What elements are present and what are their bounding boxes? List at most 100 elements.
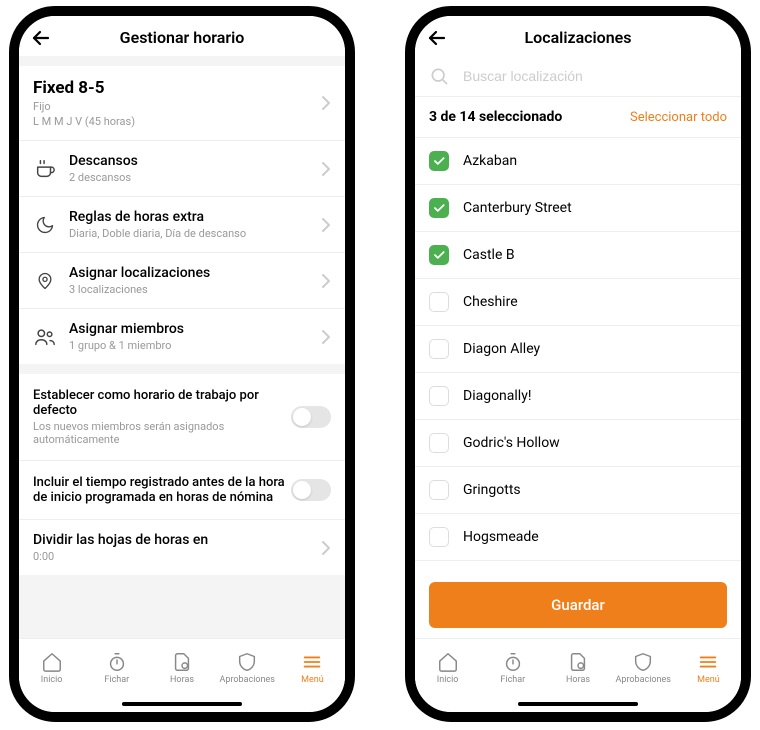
location-checkbox[interactable] <box>429 151 449 171</box>
split-sub: 0:00 <box>33 550 321 563</box>
chevron-right-icon <box>321 329 331 345</box>
include-early-toggle-row[interactable]: Incluir el tiempo registrado antes de la… <box>19 461 345 520</box>
stopwatch-icon <box>106 651 128 673</box>
menu-icon <box>301 651 323 673</box>
overtime-title: Reglas de horas extra <box>69 209 321 225</box>
location-checkbox[interactable] <box>429 339 449 359</box>
location-label: Gringotts <box>463 482 521 498</box>
tab-hours[interactable]: Horas <box>545 639 610 696</box>
split-timesheets-row[interactable]: Dividir las hojas de horas en 0:00 <box>19 520 345 575</box>
menu-icon <box>697 651 719 673</box>
location-row[interactable]: Godric's Hollow <box>415 420 741 467</box>
search-row <box>415 56 741 97</box>
chevron-right-icon <box>321 95 331 111</box>
tab-home[interactable]: Inicio <box>19 639 84 696</box>
location-row[interactable]: Hogsmeade <box>415 514 741 561</box>
location-checkbox[interactable] <box>429 386 449 406</box>
split-title: Dividir las hojas de horas en <box>33 532 321 548</box>
location-row[interactable]: Gringotts <box>415 467 741 514</box>
default-schedule-toggle-row[interactable]: Establecer como horario de trabajo por d… <box>19 374 345 461</box>
locations-row[interactable]: Asignar localizaciones 3 localizaciones <box>19 253 345 309</box>
location-row[interactable]: Hogwarts <box>415 561 741 572</box>
location-checkbox[interactable] <box>429 245 449 265</box>
schedule-type: Fijo <box>33 100 321 113</box>
tab-approvals[interactable]: Aprobaciones <box>611 639 676 696</box>
location-checkbox[interactable] <box>429 198 449 218</box>
members-row[interactable]: Asignar miembros 1 grupo & 1 miembro <box>19 309 345 364</box>
tab-approvals[interactable]: Aprobaciones <box>215 639 280 696</box>
chevron-right-icon <box>321 540 331 556</box>
selection-header: 3 de 14 seleccionado Seleccionar todo <box>415 97 741 138</box>
phone-right: Localizaciones 3 de 14 seleccionado Sele… <box>405 6 751 722</box>
save-button[interactable]: Guardar <box>429 582 727 628</box>
stopwatch-icon <box>502 651 524 673</box>
overtime-row[interactable]: Reglas de horas extra Diaria, Doble diar… <box>19 197 345 253</box>
shield-icon <box>632 651 654 673</box>
location-label: Castle B <box>463 247 515 263</box>
tab-bar: Inicio Fichar Horas Aprobaciones <box>415 638 741 696</box>
chevron-right-icon <box>321 273 331 289</box>
location-label: Godric's Hollow <box>463 435 560 451</box>
location-row[interactable]: Canterbury Street <box>415 185 741 232</box>
location-label: Canterbury Street <box>463 200 572 216</box>
location-label: Cheshire <box>463 294 518 310</box>
tab-clock[interactable]: Fichar <box>480 639 545 696</box>
default-schedule-sub: Los nuevos miembros serán asignados auto… <box>33 420 291 446</box>
select-all-button[interactable]: Seleccionar todo <box>630 110 727 125</box>
search-icon <box>429 66 449 86</box>
schedule-days: L M M J V (45 horas) <box>33 115 321 128</box>
location-checkbox[interactable] <box>429 433 449 453</box>
back-button[interactable] <box>29 26 53 50</box>
members-title: Asignar miembros <box>69 321 321 337</box>
default-schedule-toggle[interactable] <box>291 406 331 428</box>
breaks-title: Descansos <box>69 153 321 169</box>
tab-home[interactable]: Inicio <box>415 639 480 696</box>
tab-bar: Inicio Fichar Horas Aprobaciones <box>19 638 345 696</box>
include-early-title: Incluir el tiempo registrado antes de la… <box>33 475 291 505</box>
back-button[interactable] <box>425 26 449 50</box>
breaks-sub: 2 descansos <box>69 171 321 184</box>
chevron-right-icon <box>321 217 331 233</box>
home-icon <box>41 651 63 673</box>
chevron-right-icon <box>321 161 331 177</box>
tab-hours[interactable]: Horas <box>149 639 214 696</box>
locations-sub: 3 localizaciones <box>69 283 321 296</box>
home-indicator <box>415 696 741 712</box>
shield-icon <box>236 651 258 673</box>
location-label: Azkaban <box>463 153 517 169</box>
home-indicator <box>19 696 345 712</box>
location-checkbox[interactable] <box>429 292 449 312</box>
breaks-row[interactable]: Descansos 2 descansos <box>19 141 345 197</box>
phone-left: Gestionar horario Fixed 8-5 Fijo L M M J… <box>9 6 355 722</box>
search-input[interactable] <box>463 68 727 84</box>
location-row[interactable]: Diagon Alley <box>415 326 741 373</box>
location-checkbox[interactable] <box>429 527 449 547</box>
page-title: Gestionar horario <box>31 28 333 47</box>
page-title: Localizaciones <box>427 28 729 47</box>
location-row[interactable]: Diagonally! <box>415 373 741 420</box>
people-icon <box>33 325 57 349</box>
document-icon <box>171 651 193 673</box>
document-icon <box>567 651 589 673</box>
overtime-sub: Diaria, Doble diaria, Día de descanso <box>69 227 321 240</box>
coffee-icon <box>33 157 57 181</box>
location-label: Diagonally! <box>463 388 531 404</box>
schedule-summary-row[interactable]: Fixed 8-5 Fijo L M M J V (45 horas) <box>19 66 345 141</box>
default-schedule-title: Establecer como horario de trabajo por d… <box>33 388 291 418</box>
moon-icon <box>33 213 57 237</box>
tab-menu[interactable]: Menú <box>280 639 345 696</box>
pin-icon <box>33 269 57 293</box>
header: Gestionar horario <box>19 16 345 56</box>
schedule-name: Fixed 8-5 <box>33 78 321 98</box>
locations-title: Asignar localizaciones <box>69 265 321 281</box>
members-sub: 1 grupo & 1 miembro <box>69 339 321 352</box>
include-early-toggle[interactable] <box>291 479 331 501</box>
tab-clock[interactable]: Fichar <box>84 639 149 696</box>
location-label: Hogsmeade <box>463 529 539 545</box>
location-row[interactable]: Castle B <box>415 232 741 279</box>
location-row[interactable]: Cheshire <box>415 279 741 326</box>
location-checkbox[interactable] <box>429 480 449 500</box>
home-icon <box>437 651 459 673</box>
tab-menu[interactable]: Menú <box>676 639 741 696</box>
location-row[interactable]: Azkaban <box>415 138 741 185</box>
